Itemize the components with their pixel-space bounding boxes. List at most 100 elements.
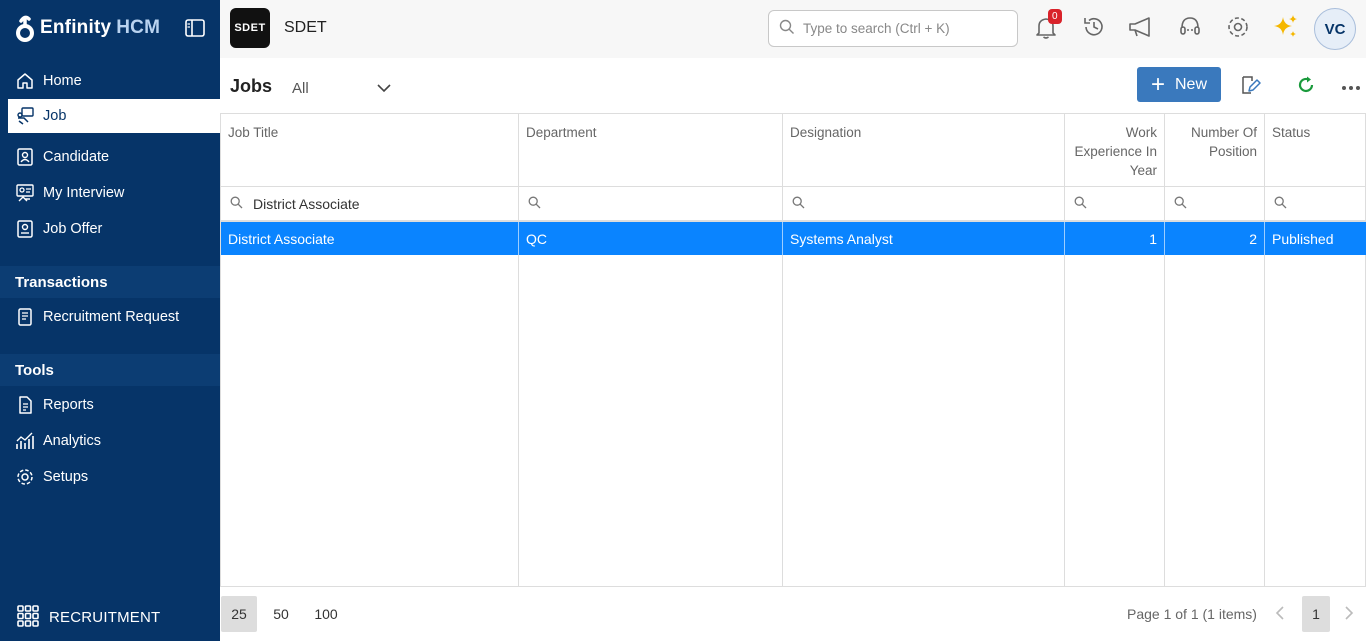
- pager-prev-button[interactable]: [1272, 604, 1288, 624]
- sidebar-item-job-offer[interactable]: Job Offer: [8, 212, 220, 246]
- sidebar-item-candidate[interactable]: Candidate: [8, 140, 220, 174]
- filter-department[interactable]: [519, 187, 782, 221]
- reports-icon: [15, 395, 35, 415]
- grid-bottom-border: [220, 586, 1366, 587]
- megaphone-icon: [1127, 14, 1155, 43]
- home-icon: [15, 71, 35, 91]
- sparkle-icon: [1272, 13, 1300, 44]
- search-input[interactable]: [803, 21, 1003, 36]
- user-avatar[interactable]: VC: [1314, 8, 1356, 50]
- brand-name: Enfinity HCM: [40, 17, 161, 38]
- chevron-right-icon: [1344, 605, 1354, 624]
- gear-icon: [1225, 14, 1251, 43]
- view-selector[interactable]: All: [292, 78, 392, 98]
- edit-button[interactable]: [1238, 74, 1262, 98]
- pager-page-1[interactable]: 1: [1302, 596, 1330, 632]
- notifications-button[interactable]: 0: [1032, 9, 1062, 42]
- cell-status: Published: [1272, 230, 1334, 247]
- refresh-icon: [1296, 75, 1316, 98]
- interview-icon: [15, 183, 35, 203]
- filter-status[interactable]: [1265, 187, 1365, 221]
- sidebar-item-my-interview[interactable]: My Interview: [8, 176, 220, 210]
- ai-assistant-button[interactable]: [1272, 14, 1300, 42]
- sidebar-item-home[interactable]: Home: [8, 64, 220, 98]
- more-horizontal-icon: [1341, 78, 1361, 94]
- notification-count-badge: 0: [1048, 9, 1062, 24]
- document-icon: [15, 307, 35, 327]
- new-button[interactable]: + New: [1137, 67, 1221, 102]
- table-row[interactable]: District Associate QC Systems Analyst 1 …: [221, 222, 1366, 255]
- sidebar-item-label: Reports: [43, 397, 94, 413]
- view-selector-value: All: [292, 79, 309, 97]
- cell-department: QC: [526, 230, 547, 247]
- global-search[interactable]: [768, 10, 1018, 47]
- sidebar-item-analytics[interactable]: Analytics: [8, 424, 220, 458]
- column-header-status[interactable]: Status: [1265, 114, 1365, 186]
- top-bar: SDET SDET 0 VC: [220, 0, 1366, 58]
- plus-icon: +: [1150, 70, 1165, 98]
- gear-icon: [15, 467, 35, 487]
- sidebar-item-label: Analytics: [43, 433, 102, 449]
- candidate-icon: [15, 147, 35, 167]
- filter-work-experience[interactable]: [1065, 187, 1164, 221]
- search-icon: [1074, 196, 1087, 212]
- headset-icon: [1177, 14, 1203, 43]
- sidebar-item-label: Home: [43, 73, 82, 89]
- settings-button[interactable]: [1224, 14, 1252, 42]
- search-icon: [779, 19, 795, 38]
- column-header-work-experience[interactable]: Work Experience In Year: [1065, 114, 1164, 186]
- sidebar-item-job[interactable]: Job: [8, 99, 220, 133]
- search-icon: [528, 196, 541, 212]
- filter-designation[interactable]: [783, 187, 1064, 221]
- column-header-job-title[interactable]: Job Title: [221, 114, 518, 186]
- app-name: RECRUITMENT: [49, 609, 161, 626]
- page-size-25[interactable]: 25: [221, 596, 257, 632]
- sidebar-collapse-icon[interactable]: [184, 18, 206, 38]
- search-icon: [792, 196, 805, 212]
- cell-designation: Systems Analyst: [790, 230, 893, 247]
- enfinity-logo-icon: [14, 13, 36, 43]
- search-icon: [1274, 196, 1287, 212]
- column-header-number-of-position[interactable]: Number Of Position: [1165, 114, 1264, 186]
- sidebar-item-label: Recruitment Request: [43, 309, 180, 325]
- chevron-left-icon: [1275, 605, 1285, 624]
- org-badge[interactable]: SDET: [230, 8, 270, 48]
- filter-row: [221, 187, 1366, 221]
- cell-work-experience: 1: [1149, 230, 1157, 247]
- history-button[interactable]: [1080, 14, 1108, 42]
- org-name: SDET: [284, 19, 327, 36]
- sidebar-item-reports[interactable]: Reports: [8, 388, 220, 422]
- refresh-button[interactable]: [1294, 74, 1318, 98]
- new-button-label: New: [1175, 75, 1208, 93]
- sidebar-item-label: Setups: [43, 469, 89, 485]
- column-header-designation[interactable]: Designation: [783, 114, 1064, 186]
- app-switcher[interactable]: RECRUITMENT: [16, 604, 160, 631]
- section-transactions: Transactions: [0, 266, 220, 298]
- brand-logo[interactable]: Enfinity HCM: [14, 12, 160, 44]
- sidebar-item-label: Candidate: [43, 149, 110, 165]
- search-icon: [1174, 196, 1187, 212]
- filter-number-of-position[interactable]: [1165, 187, 1264, 221]
- pager-next-button[interactable]: [1341, 604, 1357, 624]
- job-offer-icon: [15, 219, 35, 239]
- support-button[interactable]: [1176, 14, 1204, 42]
- search-icon: [230, 196, 243, 212]
- history-icon: [1081, 14, 1107, 43]
- cell-job-title: District Associate: [228, 230, 335, 247]
- announcements-button[interactable]: [1127, 14, 1155, 42]
- edit-icon: [1239, 74, 1261, 99]
- page-size-100[interactable]: 100: [306, 596, 346, 632]
- page-title: Jobs: [230, 76, 273, 96]
- filter-job-title[interactable]: [221, 187, 518, 221]
- job-icon: [15, 106, 35, 126]
- column-header-department[interactable]: Department: [519, 114, 782, 186]
- sidebar-item-label: My Interview: [43, 185, 125, 201]
- filter-input-job-title[interactable]: [253, 196, 453, 212]
- page-size-50[interactable]: 50: [264, 596, 298, 632]
- chevron-down-icon: [376, 80, 392, 97]
- jobs-grid: Job Title Department Designation Work Ex…: [220, 113, 1366, 587]
- sidebar-item-recruitment-request[interactable]: Recruitment Request: [8, 300, 220, 334]
- sidebar-item-setups[interactable]: Setups: [8, 460, 220, 494]
- cell-number-of-position: 2: [1249, 230, 1257, 247]
- more-options-button[interactable]: [1339, 74, 1363, 98]
